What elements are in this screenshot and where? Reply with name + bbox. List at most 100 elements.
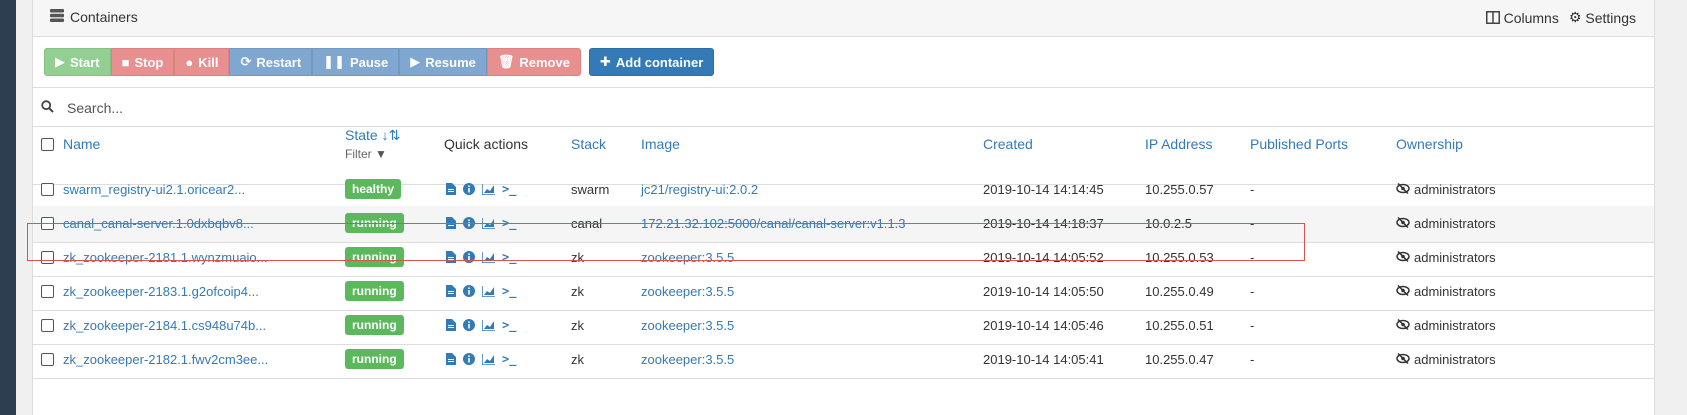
ip-address-cell: 10.255.0.47 — [1145, 352, 1214, 367]
action-toolbar: ▶ Start ■ Stop ● Kill ⟳ Restart ❚❚ Pause ▶ Res… — [44, 48, 715, 76]
created-cell: 2019-10-14 14:05:46 — [983, 318, 1104, 333]
status-badge: running — [345, 213, 404, 233]
image-link[interactable]: zookeeper:3.5.5 — [641, 250, 734, 265]
column-published-ports[interactable]: Published Ports — [1250, 136, 1348, 152]
column-name[interactable]: Name — [63, 136, 100, 152]
image-link[interactable]: zookeeper:3.5.5 — [641, 284, 734, 299]
table-row[interactable]: zk_zookeeper-2181.1.wynzmuaio... running… — [33, 240, 1654, 277]
status-badge: running — [345, 315, 404, 335]
remove-label: Remove — [519, 54, 570, 70]
table-row[interactable]: zk_zookeeper-2182.1.fwv2cm3ee... running… — [33, 342, 1654, 379]
ownership-cell: administrators — [1396, 182, 1496, 197]
add-container-label: Add container — [615, 54, 704, 70]
state-filter[interactable]: Filter ▼ — [345, 147, 387, 161]
table-row[interactable]: canal_canal-server.1.0dxbqbv8... running… — [33, 206, 1654, 243]
stats-icon[interactable] — [482, 251, 495, 263]
logs-icon[interactable] — [446, 251, 456, 263]
stack-cell: zk — [571, 250, 584, 265]
image-link[interactable]: jc21/registry-ui:2.0.2 — [641, 182, 758, 197]
console-icon[interactable]: >_ — [502, 352, 516, 366]
table-row[interactable]: zk_zookeeper-2184.1.cs948u74b... running… — [33, 308, 1654, 345]
inspect-icon[interactable] — [463, 319, 475, 331]
column-created[interactable]: Created — [983, 136, 1033, 152]
ip-address-cell: 10.0.2.5 — [1145, 216, 1192, 231]
row-checkbox[interactable] — [41, 217, 54, 230]
inspect-icon[interactable] — [463, 285, 475, 297]
inspect-icon[interactable] — [463, 183, 475, 195]
column-ip-address[interactable]: IP Address — [1145, 136, 1212, 152]
logs-icon[interactable] — [446, 183, 456, 195]
kill-button[interactable]: ● Kill — [174, 48, 230, 76]
restart-button[interactable]: ⟳ Restart — [229, 48, 313, 76]
table-row[interactable]: zk_zookeeper-2183.1.g2ofcoip4... running… — [33, 274, 1654, 311]
inspect-icon[interactable] — [463, 353, 475, 365]
container-name-link[interactable]: zk_zookeeper-2182.1.fwv2cm3ee... — [63, 352, 268, 367]
row-checkbox[interactable] — [41, 251, 54, 264]
containers-panel: Containers Columns ⚙ Settings ▶ Start ■ St… — [32, 0, 1655, 415]
logs-icon[interactable] — [446, 319, 456, 331]
row-checkbox[interactable] — [41, 319, 54, 332]
console-icon[interactable]: >_ — [502, 250, 516, 264]
columns-button[interactable]: Columns — [1485, 9, 1559, 26]
column-quick-actions: Quick actions — [444, 136, 529, 152]
container-name-link[interactable]: zk_zookeeper-2183.1.g2ofcoip4... — [63, 284, 259, 299]
column-stack[interactable]: Stack — [571, 136, 606, 152]
quick-actions: >_ — [446, 250, 516, 264]
ownership-cell: administrators — [1396, 216, 1496, 231]
eye-slash-icon — [1396, 216, 1410, 231]
ownership-cell: administrators — [1396, 250, 1496, 265]
status-badge: running — [345, 281, 404, 301]
stats-icon[interactable] — [482, 319, 495, 331]
server-icon — [50, 9, 64, 25]
console-icon[interactable]: >_ — [502, 318, 516, 332]
status-badge: running — [345, 247, 404, 267]
stats-icon[interactable] — [482, 285, 495, 297]
image-link[interactable]: 172.21.32.102:5000/canal/canal-server:v1… — [641, 216, 906, 231]
quick-actions: >_ — [446, 352, 516, 366]
quick-actions: >_ — [446, 216, 516, 230]
container-name-link[interactable]: swarm_registry-ui2.1.oricear2... — [63, 182, 245, 197]
column-state[interactable]: State ↓⇅ — [345, 127, 400, 144]
row-checkbox[interactable] — [41, 353, 54, 366]
panel-header: Containers Columns ⚙ Settings — [33, 0, 1654, 37]
search-input[interactable] — [65, 96, 1069, 120]
quick-actions: >_ — [446, 182, 516, 196]
stats-icon[interactable] — [482, 353, 495, 365]
row-checkbox[interactable] — [41, 285, 54, 298]
ownership-label: administrators — [1414, 250, 1496, 265]
container-name-link[interactable]: canal_canal-server.1.0dxbqbv8... — [63, 216, 254, 231]
start-label: Start — [70, 54, 100, 70]
stats-icon[interactable] — [482, 183, 495, 195]
console-icon[interactable]: >_ — [502, 182, 516, 196]
stack-cell: zk — [571, 284, 584, 299]
console-icon[interactable]: >_ — [502, 216, 516, 230]
container-name-link[interactable]: zk_zookeeper-2184.1.cs948u74b... — [63, 318, 266, 333]
image-link[interactable]: zookeeper:3.5.5 — [641, 352, 734, 367]
ownership-label: administrators — [1414, 284, 1496, 299]
quick-actions: >_ — [446, 284, 516, 298]
logs-icon[interactable] — [446, 285, 456, 297]
table-row[interactable]: swarm_registry-ui2.1.oricear2... healthy… — [33, 172, 1654, 209]
inspect-icon[interactable] — [463, 217, 475, 229]
pause-button[interactable]: ❚❚ Pause — [312, 48, 400, 76]
inspect-icon[interactable] — [463, 251, 475, 263]
start-button[interactable]: ▶ Start — [44, 48, 111, 76]
resume-button[interactable]: ▶ Resume — [399, 48, 487, 76]
published-ports-cell: - — [1250, 284, 1255, 299]
column-ownership[interactable]: Ownership — [1396, 136, 1463, 152]
settings-button[interactable]: ⚙ Settings — [1569, 9, 1636, 26]
select-all-checkbox[interactable] — [41, 138, 54, 151]
console-icon[interactable]: >_ — [502, 284, 516, 298]
logs-icon[interactable] — [446, 353, 456, 365]
column-image[interactable]: Image — [641, 136, 680, 152]
published-ports-cell: - — [1250, 318, 1255, 333]
row-checkbox[interactable] — [41, 183, 54, 196]
ownership-label: administrators — [1414, 318, 1496, 333]
remove-button[interactable]: 🗑 Remove — [486, 48, 581, 76]
add-container-button[interactable]: ✚ Add container — [588, 48, 715, 76]
logs-icon[interactable] — [446, 217, 456, 229]
stats-icon[interactable] — [482, 217, 495, 229]
container-name-link[interactable]: zk_zookeeper-2181.1.wynzmuaio... — [63, 250, 268, 265]
stop-button[interactable]: ■ Stop — [110, 48, 175, 76]
image-link[interactable]: zookeeper:3.5.5 — [641, 318, 734, 333]
